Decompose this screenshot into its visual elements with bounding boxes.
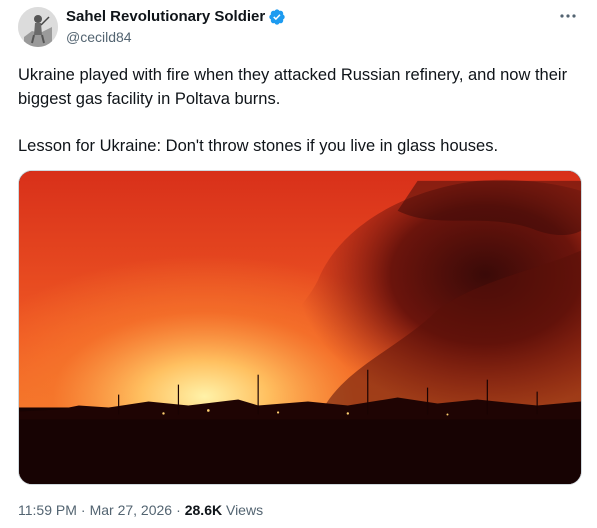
meta-separator: · bbox=[176, 502, 181, 518]
views-label: Views bbox=[225, 502, 264, 518]
verified-badge-icon bbox=[268, 8, 286, 26]
tweet-date[interactable]: Mar 27, 2026 bbox=[90, 502, 173, 518]
more-options-icon[interactable] bbox=[557, 8, 579, 24]
meta-separator: · bbox=[80, 502, 86, 518]
fire-photo-image bbox=[19, 171, 581, 484]
tweet-text-paragraph-1: Ukraine played with fire when they attac… bbox=[18, 66, 568, 108]
tweet-time[interactable]: 11:59 PM bbox=[18, 502, 77, 518]
tweet-photo[interactable] bbox=[18, 170, 582, 485]
tweet-card: Sahel Revolutionary Soldier @cecild84 Uk… bbox=[0, 0, 597, 528]
author-handle[interactable]: @cecild84 bbox=[66, 28, 132, 46]
author-display-name[interactable]: Sahel Revolutionary Soldier bbox=[66, 7, 265, 27]
author-avatar[interactable] bbox=[18, 7, 58, 47]
tweet-text-paragraph-2: Lesson for Ukraine: Don't throw stones i… bbox=[18, 137, 499, 155]
tweet-meta: 11:59 PM · Mar 27, 2026 · 28.6K Views bbox=[18, 501, 263, 519]
views-count[interactable]: 28.6K bbox=[185, 502, 222, 518]
soldier-avatar-icon bbox=[18, 7, 58, 47]
author-name-row: Sahel Revolutionary Soldier bbox=[66, 7, 286, 27]
